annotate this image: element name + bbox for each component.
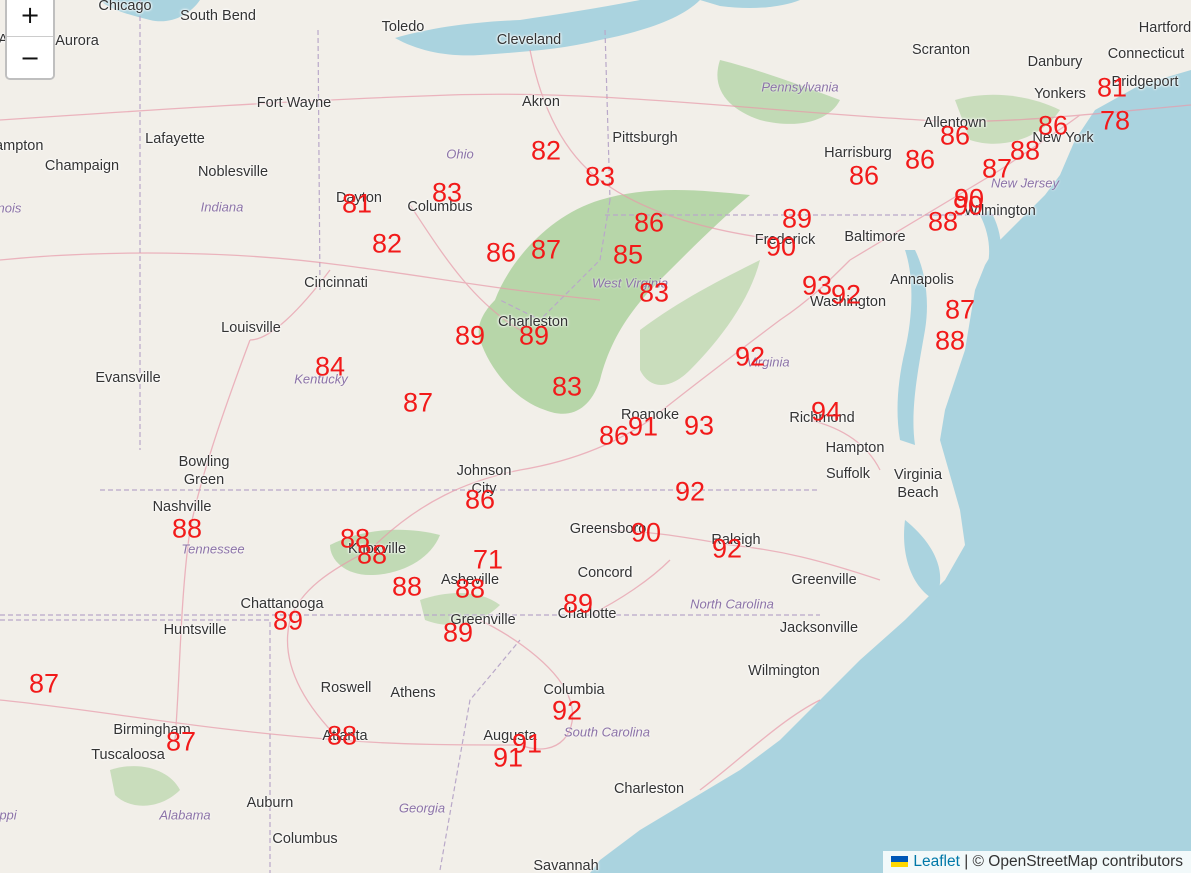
temperature-label: 88 xyxy=(1009,135,1041,166)
temperature-label: 92 xyxy=(734,341,766,372)
temperature-label: 83 xyxy=(584,161,616,192)
temperature-label: 87 xyxy=(402,387,434,418)
temperature-label: 89 xyxy=(518,320,550,351)
temperature-label: 87 xyxy=(530,234,562,265)
temperature-label: 83 xyxy=(638,277,670,308)
temperature-label: 86 xyxy=(904,144,936,175)
zoom-control: + − xyxy=(5,0,55,80)
temperature-label: 82 xyxy=(371,228,403,259)
temperature-label: 81 xyxy=(341,188,373,219)
temperature-label: 88 xyxy=(927,206,959,237)
temperature-label: 86 xyxy=(1037,110,1069,141)
temperature-label: 85 xyxy=(612,239,644,270)
temperature-label: 91 xyxy=(627,411,659,442)
temperature-label: 89 xyxy=(442,617,474,648)
temperature-label: 78 xyxy=(1099,105,1131,136)
zoom-out-button[interactable]: − xyxy=(7,36,53,78)
leaflet-link[interactable]: Leaflet xyxy=(913,853,960,870)
temperature-label: 93 xyxy=(801,270,833,301)
temperature-label: 86 xyxy=(598,420,630,451)
temperature-label: 90 xyxy=(630,517,662,548)
temperature-label: 92 xyxy=(551,695,583,726)
zoom-in-button[interactable]: + xyxy=(7,0,53,36)
attribution-separator: | © xyxy=(959,853,989,870)
temperature-label: 91 xyxy=(492,742,524,773)
temperature-label: 89 xyxy=(781,203,813,234)
temperature-label: 86 xyxy=(464,484,496,515)
temperature-label: 82 xyxy=(530,135,562,166)
temperature-label: 83 xyxy=(551,371,583,402)
temperature-label: 92 xyxy=(674,476,706,507)
temperature-label: 88 xyxy=(934,325,966,356)
temperature-label: 88 xyxy=(326,720,358,751)
attribution: Leaflet | © OpenStreetMap contributors xyxy=(883,851,1191,873)
temperature-label: 89 xyxy=(454,320,486,351)
temperature-label: 86 xyxy=(939,120,971,151)
temperature-label: 89 xyxy=(562,588,594,619)
temperature-label: 88 xyxy=(454,573,486,604)
temperature-label: 71 xyxy=(472,544,504,575)
temperature-label: 84 xyxy=(314,351,346,382)
temperature-label: 87 xyxy=(28,668,60,699)
map-container[interactable]: Chicago South Bend Aurora Toledo Cleveland Sc… xyxy=(0,0,1191,873)
ukraine-flag-icon xyxy=(891,856,909,868)
temperature-label: 88 xyxy=(356,539,388,570)
temperature-label: 88 xyxy=(171,513,203,544)
temperature-label: 86 xyxy=(633,207,665,238)
temperature-label: 81 xyxy=(1096,72,1128,103)
temperature-label: 93 xyxy=(683,410,715,441)
temperature-label: 92 xyxy=(830,279,862,310)
osm-attribution-text: OpenStreetMap contributors xyxy=(988,853,1183,870)
temperature-label: 87 xyxy=(944,294,976,325)
temperature-label: 88 xyxy=(391,571,423,602)
temperature-label: 90 xyxy=(765,231,797,262)
temperature-label: 92 xyxy=(711,533,743,564)
temperature-label: 89 xyxy=(272,605,304,636)
temperature-label: 87 xyxy=(165,726,197,757)
temperature-label: 87 xyxy=(981,153,1013,184)
temperature-label: 86 xyxy=(485,237,517,268)
temperature-label: 86 xyxy=(848,160,880,191)
temperature-label: 83 xyxy=(431,177,463,208)
temperature-label: 94 xyxy=(810,396,842,427)
